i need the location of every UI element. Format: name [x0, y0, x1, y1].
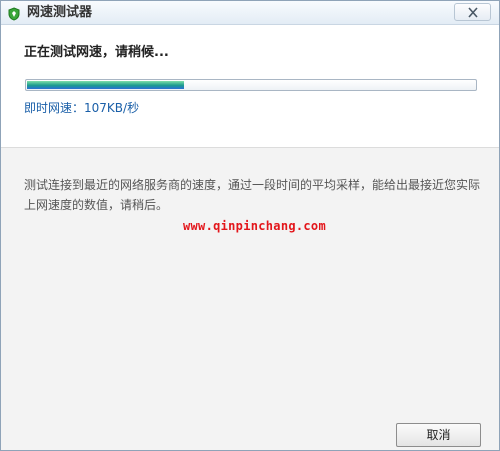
description-text: 测试连接到最近的网络服务商的速度，通过一段时间的平均采样，能给出最接近您实际上网… — [24, 178, 481, 212]
app-icon — [7, 6, 21, 21]
status-text: 正在测试网速，请稍候... — [24, 45, 169, 60]
window-title: 网速测试器 — [27, 5, 93, 20]
speed-label: 即时网速： — [24, 101, 85, 115]
status-panel: 正在测试网速，请稍候... 即时网速：107KB/秒 — [1, 25, 499, 148]
title-bar[interactable]: 网速测试器 — [1, 1, 499, 25]
speed-value: 107KB/秒 — [84, 101, 140, 115]
cancel-button[interactable]: 取消 — [396, 423, 481, 447]
progress-bar — [25, 79, 477, 91]
speed-test-window: 网速测试器 正在测试网速，请稍候... 即时网速：107KB/秒 测试连接到最近… — [0, 0, 500, 451]
close-icon — [468, 7, 478, 18]
close-button[interactable] — [454, 3, 491, 21]
progress-fill — [27, 81, 184, 89]
watermark-text: www.qinpinchang.com — [183, 219, 326, 233]
speed-readout: 即时网速：107KB/秒 — [24, 101, 139, 116]
